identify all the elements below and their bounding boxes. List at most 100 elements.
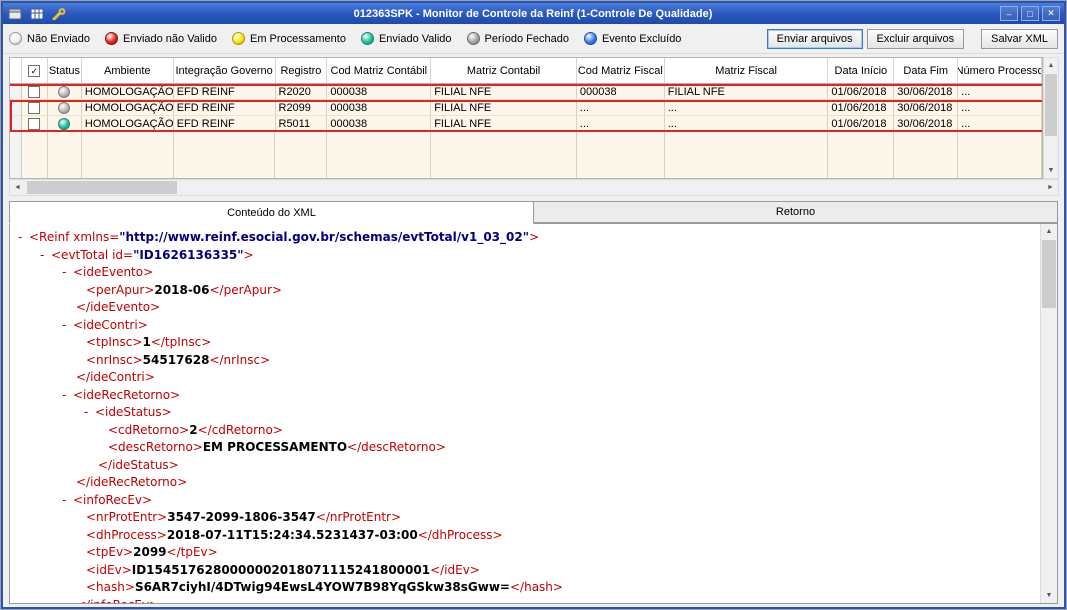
xml-tag: </idEv>	[430, 562, 480, 577]
xml-scroll-down-arrow-icon[interactable]: ▼	[1041, 588, 1057, 603]
scroll-up-arrow-icon[interactable]: ▲	[1044, 58, 1058, 73]
grid-cell	[81, 132, 174, 178]
collapse-marker[interactable]: -	[62, 492, 73, 510]
grid-cell	[47, 132, 82, 178]
column-header[interactable]: Número Processo	[958, 58, 1042, 83]
xml-line: - <Reinf xmlns="http://www.reinf.esocial.…	[10, 229, 1040, 247]
collapse-marker[interactable]: -	[18, 229, 29, 247]
grid-cell: 01/06/2018	[828, 84, 895, 99]
xml-tag: <ideContri>	[73, 317, 148, 332]
table-row[interactable]: HOMOLOGAÇÃO EFD REINF R2020 000038 FILIAL NF…	[10, 84, 1042, 100]
wrench-icon[interactable]	[51, 7, 66, 20]
grid-cell	[47, 84, 82, 99]
column-header[interactable]: Status	[48, 58, 82, 83]
xml-text-value: S6AR7ciyhI/4DTwig94EwsL4YOW7B98YqGSkw38s…	[134, 580, 510, 594]
status-circle-icon	[231, 32, 245, 45]
minimize-button[interactable]: –	[1000, 6, 1018, 21]
xml-tag: <ideStatus>	[95, 405, 172, 419]
xml-line: <descRetorno>EM PROCESSAMENTO</descRetor…	[10, 439, 1040, 457]
grid-scroll-thumb[interactable]	[1045, 74, 1057, 136]
xml-text-value: 2	[189, 422, 198, 437]
status-circle-icon	[105, 32, 118, 45]
column-header[interactable]	[10, 58, 22, 83]
xml-attribute-value: "ID1626136335"	[133, 247, 244, 262]
select-all-checkbox[interactable]: ✓	[28, 64, 41, 77]
xml-tag: </tpEv>	[166, 545, 218, 559]
hscroll-thumb[interactable]	[27, 181, 177, 194]
app-window: 012363SPK - Monitor de Controle da Reinf…	[0, 0, 1067, 610]
events-grid-wrapper: ✓ Status Ambiente Integração Governo Registr…	[9, 57, 1059, 179]
xml-line: </ideContri>	[10, 369, 1040, 387]
xml-tag: </dhProcess>	[417, 527, 503, 542]
grid-cell: 000038	[576, 84, 665, 99]
collapse-marker[interactable]: -	[62, 317, 73, 335]
xml-tag: >	[528, 230, 540, 244]
grid-cell: 000038	[327, 84, 432, 99]
column-header[interactable]: Cod Matriz Contábil	[327, 58, 432, 83]
column-header[interactable]: Registro	[276, 58, 328, 83]
tab-conteudo-do-xml[interactable]: Conteúdo do XML	[9, 201, 534, 224]
xml-tag: <ideEvento>	[73, 265, 154, 279]
scroll-right-arrow-icon[interactable]: ►	[1043, 180, 1058, 195]
collapse-marker[interactable]: -	[84, 404, 95, 422]
grid-cell: FILIAL NFE	[431, 84, 577, 99]
scroll-left-arrow-icon[interactable]: ◄	[10, 180, 25, 195]
grid-icon[interactable]	[29, 7, 44, 20]
column-header[interactable]: Ambiente	[82, 58, 174, 83]
grid-cell: R2020	[275, 84, 328, 99]
xml-line: <nrProtEntr>3547-2099-1806-3547</nrProtE…	[10, 509, 1040, 527]
grid-cell: ...	[958, 84, 1042, 99]
salvar-xml-button[interactable]: Salvar XML	[981, 28, 1058, 49]
select-all-header[interactable]: ✓	[22, 58, 48, 83]
legend-item: Em Processamento	[231, 32, 346, 45]
xml-text-value: 2018-07-11T15:24:34.5231437-03:00	[166, 527, 418, 542]
xml-scroll-track[interactable]	[1041, 239, 1057, 588]
xml-vertical-scrollbar[interactable]: ▲ ▼	[1040, 224, 1057, 603]
tab-retorno[interactable]: Retorno	[534, 201, 1058, 223]
xml-tag: </descRetorno>	[347, 440, 446, 454]
status-legend: Não Enviado Enviado não Valido Em Processa…	[9, 32, 767, 45]
legend-item: Não Enviado	[9, 32, 90, 45]
xml-tag: <nrProtEntr>	[86, 510, 168, 524]
scroll-down-arrow-icon[interactable]: ▼	[1044, 163, 1058, 178]
grid-cell	[431, 132, 577, 178]
collapse-marker[interactable]: -	[62, 387, 73, 405]
collapse-marker[interactable]: -	[40, 247, 51, 265]
grid-horizontal-scrollbar[interactable]: ◄ ►	[9, 179, 1059, 196]
xml-content: - <Reinf xmlns="http://www.reinf.esocial.…	[10, 224, 1040, 603]
column-header[interactable]: Matriz Contabil	[431, 58, 577, 83]
xml-scroll-thumb[interactable]	[1042, 240, 1056, 308]
column-header[interactable]: Matriz Fiscal	[665, 58, 829, 83]
titlebar-icons	[7, 7, 66, 20]
xml-tag: <idEv>	[86, 562, 132, 577]
row-checkbox[interactable]	[28, 85, 41, 98]
grid-cell	[664, 132, 829, 178]
excluir-arquivos-button[interactable]: Excluir arquivos	[866, 28, 965, 49]
window-controls: – □ ✕	[1000, 6, 1060, 21]
xml-line: - <ideStatus>	[10, 404, 1040, 422]
column-header[interactable]: Data Fim	[894, 58, 959, 83]
column-header[interactable]: Cod Matriz Fiscal	[577, 58, 665, 83]
xml-scroll-up-arrow-icon[interactable]: ▲	[1041, 224, 1057, 239]
xml-line: <dhProcess>2018-07-11T15:24:34.5231437-0…	[10, 527, 1040, 545]
maximize-button[interactable]: □	[1021, 6, 1039, 21]
column-header[interactable]: Integração Governo	[174, 58, 276, 83]
form-icon[interactable]	[7, 7, 22, 20]
status-circle-icon	[9, 32, 22, 45]
xml-text-value: 54517628	[142, 352, 210, 367]
collapse-marker[interactable]: -	[62, 264, 73, 282]
xml-line: <hash>S6AR7ciyhI/4DTwig94EwsL4YOW7B98YqG…	[10, 579, 1040, 597]
legend-item: Evento Excluído	[583, 32, 681, 45]
enviar-arquivos-button[interactable]: Enviar arquivos	[766, 28, 863, 49]
grid-cell: 30/06/2018	[894, 84, 959, 99]
xml-tag: <perApur>	[86, 282, 155, 297]
xml-viewer-panel: - <Reinf xmlns="http://www.reinf.esocial.…	[9, 223, 1058, 604]
grid-vertical-scrollbar[interactable]: ▲ ▼	[1043, 57, 1059, 179]
xml-tag: >	[243, 247, 254, 262]
close-button[interactable]: ✕	[1042, 6, 1060, 21]
grid-cell	[327, 132, 432, 178]
grid-cell	[576, 132, 665, 178]
column-header[interactable]: Data Início	[828, 58, 895, 83]
xml-line: - <evtTotal id="ID1626136335">	[10, 247, 1040, 265]
grid-scroll-track[interactable]	[1044, 73, 1058, 163]
